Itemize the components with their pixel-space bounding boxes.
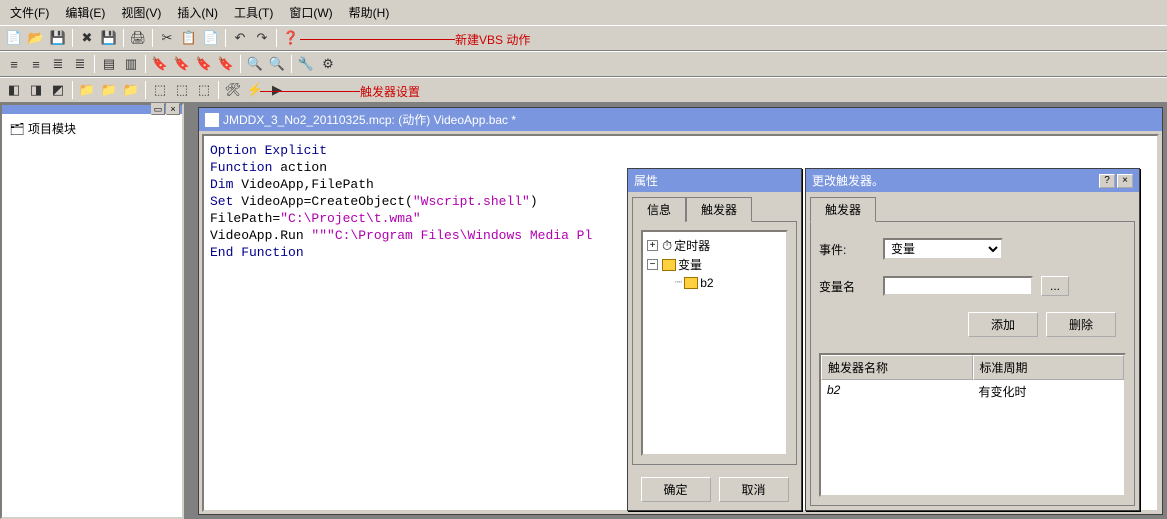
module-icon: 🗂 [10,122,24,136]
annotation-new-vbs: 新建VBS 动作 [300,31,530,48]
tb-new-icon[interactable]: 📄 [4,28,24,48]
tb-undo-icon[interactable]: ↶ [230,28,250,48]
tb2-icon[interactable]: ▤ [99,54,119,74]
tb-redo-icon[interactable]: ↷ [252,28,272,48]
close-icon[interactable]: × [1117,174,1133,188]
tb2-bookmark-icon[interactable]: 🔖 [150,54,170,74]
tb-close-icon[interactable]: ✖ [77,28,97,48]
tab-trigger-dlg[interactable]: 触发器 [810,197,876,222]
menu-file[interactable]: 文件(F) [4,2,55,23]
tb2-next-icon[interactable]: 🔖 [172,54,192,74]
varname-label: 变量名 [819,278,875,295]
collapse-icon[interactable]: − [647,259,658,270]
toolbar-1: 📄 📂 💾 ✖ 💾 🖨 ✂ 📋 📄 ↶ ↷ ❓ 新建VBS 动作 [0,25,1167,51]
tb3-icon[interactable]: ⬚ [172,80,192,100]
tb3-icon[interactable]: ◩ [48,80,68,100]
trigger-tree[interactable]: + 定时器 − 变量 ┈ b2 [641,230,788,456]
table-row[interactable]: b2 有变化时 [821,380,1124,403]
trigger-dialog-title: 更改触发器。 ? × [806,169,1139,192]
tb3-icon[interactable]: ◧ [4,80,24,100]
tb3-folder-icon[interactable]: 📁 [99,80,119,100]
tb-help-icon[interactable]: ❓ [281,28,301,48]
tb-open-icon[interactable]: 📂 [26,28,46,48]
tab-trigger[interactable]: 触发器 [686,197,752,222]
ok-button[interactable]: 确定 [641,477,711,502]
tree-variable[interactable]: − 变量 [647,255,782,274]
properties-panel: 属性 信息 触发器 + 定时器 − 变量 ┈ b2 确定 取消 [627,168,802,511]
menu-edit[interactable]: 编辑(E) [59,2,111,23]
tb2-replace-icon[interactable]: 🔍 [267,54,287,74]
tb2-find-icon[interactable]: 🔍 [245,54,265,74]
editor-titlebar: JMDDX_3_No2_20110325.mcp: (动作) VideoApp.… [199,108,1162,131]
menu-help[interactable]: 帮助(H) [343,2,396,23]
tb3-folder-icon[interactable]: 📁 [77,80,97,100]
tb-paste-icon[interactable]: 📄 [201,28,221,48]
event-select[interactable]: 变量 [883,238,1003,260]
tb2-icon[interactable]: ▥ [121,54,141,74]
trigger-list[interactable]: 触发器名称 标准周期 b2 有变化时 [819,353,1126,497]
tb2-icon[interactable]: ≡ [26,54,46,74]
toolbar-3: ◧ ◨ ◩ 📁 📁 📁 ⬚ ⬚ ⬚ 🛠 ⚡ ▶ 触发器设置 [0,77,1167,103]
varname-input[interactable] [883,276,1033,296]
tb-save-icon[interactable]: 💾 [48,28,68,48]
folder-icon [662,259,676,271]
tb3-icon[interactable]: ◨ [26,80,46,100]
browse-button[interactable]: ... [1041,276,1069,296]
col-cycle[interactable]: 标准周期 [973,355,1125,380]
tb2-prev-icon[interactable]: 🔖 [194,54,214,74]
toolbar-2: ≡ ≡ ≣ ≣ ▤ ▥ 🔖 🔖 🔖 🔖 🔍 🔍 🔧 ⚙ [0,51,1167,77]
tree-root[interactable]: 🗂 项目模块 [10,120,174,137]
tb2-icon[interactable]: ≣ [70,54,90,74]
add-button[interactable]: 添加 [968,312,1038,337]
cancel-button[interactable]: 取消 [719,477,789,502]
menu-window[interactable]: 窗口(W) [283,2,338,23]
tb3-icon[interactable]: 🛠 [223,80,243,100]
event-label: 事件: [819,241,875,258]
menu-bar: 文件(F) 编辑(E) 视图(V) 插入(N) 工具(T) 窗口(W) 帮助(H… [0,0,1167,25]
expand-icon[interactable]: + [647,240,658,251]
annotation-trigger: 触发器设置 [260,83,420,100]
clock-icon [662,238,672,254]
tb2-icon[interactable]: ≣ [48,54,68,74]
tb2-icon[interactable]: ≡ [4,54,24,74]
tb3-icon[interactable]: ⬚ [194,80,214,100]
tb-cut-icon[interactable]: ✂ [157,28,177,48]
tree-root-label: 项目模块 [28,120,76,137]
project-tree[interactable]: 🗂 项目模块 [2,114,182,143]
file-icon [205,113,219,127]
tab-info[interactable]: 信息 [632,197,686,222]
project-panel-title: ▭ × [2,105,182,114]
trigger-dialog: 更改触发器。 ? × 触发器 事件: 变量 变量名 ... 添加 删除 触发器名… [805,168,1140,511]
delete-button[interactable]: 删除 [1046,312,1116,337]
menu-tools[interactable]: 工具(T) [228,2,279,23]
panel-close-icon[interactable]: × [166,103,180,115]
tb-saveall-icon[interactable]: 💾 [99,28,119,48]
properties-title: 属性 [628,169,801,192]
panel-min-icon[interactable]: ▭ [151,103,165,115]
tb2-tools-icon[interactable]: ⚙ [318,54,338,74]
menu-insert[interactable]: 插入(N) [171,2,224,23]
tb-copy-icon[interactable]: 📋 [179,28,199,48]
editor-title-text: JMDDX_3_No2_20110325.mcp: (动作) VideoApp.… [223,111,516,128]
tree-child-b2[interactable]: ┈ b2 [647,274,782,291]
col-name[interactable]: 触发器名称 [821,355,973,380]
tb2-clear-icon[interactable]: 🔖 [216,54,236,74]
tb3-icon[interactable]: ⬚ [150,80,170,100]
tb3-folder-icon[interactable]: 📁 [121,80,141,100]
folder-icon [684,277,698,289]
tree-timer[interactable]: + 定时器 [647,236,782,255]
help-icon[interactable]: ? [1099,174,1115,188]
tb-print-icon[interactable]: 🖨 [128,28,148,48]
tb2-settings-icon[interactable]: 🔧 [296,54,316,74]
menu-view[interactable]: 视图(V) [115,2,167,23]
project-panel: ▭ × 🗂 项目模块 [0,103,184,519]
